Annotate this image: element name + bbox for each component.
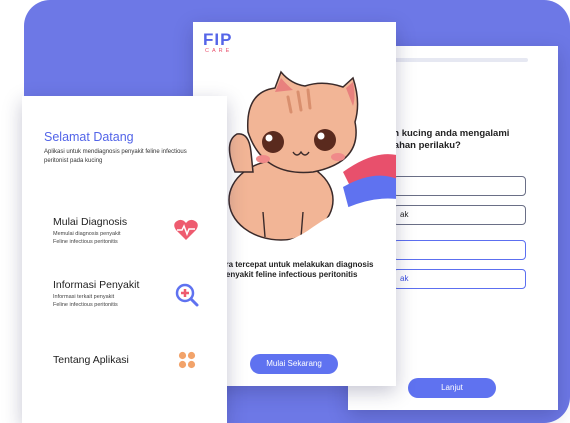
menu-item-disease-info[interactable]: Informasi Penyakit Informasi terkait pen…	[53, 279, 139, 309]
grid-icon	[178, 351, 196, 369]
answer-option[interactable]	[393, 176, 526, 196]
progress-bar	[393, 58, 528, 62]
page-subtitle: Aplikasi untuk mendiagnosis penyakit fel…	[44, 149, 187, 164]
menu-item-about[interactable]: Tentang Aplikasi	[53, 354, 129, 366]
menu-item-title: Informasi Penyakit	[53, 279, 140, 291]
menu-item-title: Mulai Diagnosis	[53, 216, 128, 228]
medical-search-icon	[175, 283, 199, 307]
home-screen: Selamat Datang Aplikasi untuk mendiagnos…	[22, 96, 227, 423]
menu-item-desc: Feline infectious peritonitis	[53, 302, 118, 308]
page-title: Selamat Datang	[44, 130, 134, 144]
menu-item-diagnosis[interactable]: Mulai Diagnosis Memulai diagnosis penyak…	[53, 216, 127, 246]
next-button[interactable]: Lanjut	[408, 378, 496, 398]
tagline: ara tercepat untuk melakukan diagnosis p…	[221, 260, 374, 279]
answer-option[interactable]	[393, 240, 526, 260]
menu-item-title: Tentang Aplikasi	[53, 354, 129, 366]
menu-item-desc: Feline infectious peritonitis	[53, 239, 118, 245]
start-button[interactable]: Mulai Sekarang	[250, 354, 338, 374]
question-text: ah kucing anda mengalami bahan perilaku?	[388, 128, 510, 151]
menu-item-desc: Informasi terkait penyakit	[53, 294, 115, 300]
answer-option[interactable]: ak	[393, 269, 526, 289]
heart-pulse-icon	[174, 219, 198, 240]
menu-item-desc: Memulai diagnosis penyakit	[53, 231, 121, 237]
app-logo: FIP	[203, 30, 233, 49]
answer-option[interactable]: ak	[393, 205, 526, 225]
app-logo-sub: CARE	[205, 48, 233, 54]
